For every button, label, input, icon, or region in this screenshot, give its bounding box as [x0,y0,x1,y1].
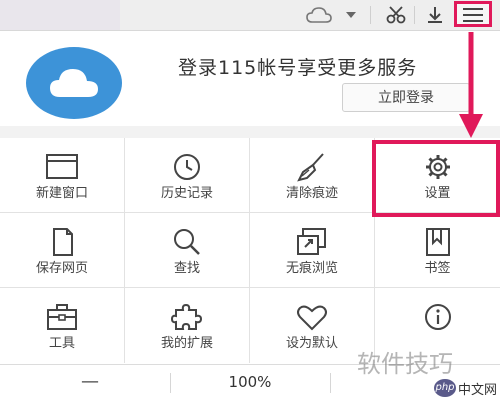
menu-button[interactable] [454,1,492,27]
menu-icon [463,8,483,22]
menu-item-label: 设为默认 [285,336,338,351]
menu-item-label: 我的扩展 [160,336,213,351]
zoom-level: 100% [228,373,272,391]
heart-icon [297,305,327,331]
menu-item-label: 历史记录 [160,186,213,201]
settings-highlight-box [372,140,500,217]
cloud-avatar-icon [50,69,98,97]
menu-item-label: 新建窗口 [35,186,88,201]
zoom-out-button[interactable]: — [70,371,110,392]
menu-item-set-default[interactable]: 设为默认 [250,288,374,363]
toolbar-separator [370,6,371,24]
download-icon[interactable] [425,5,445,25]
php-logo: php [434,379,456,397]
menu-item-new-window[interactable]: 新建窗口 [0,138,124,212]
browser-toolbar [0,0,500,31]
broom-icon [297,153,324,182]
zoom-separator [170,373,171,393]
menu-item-label: 保存网页 [35,261,88,276]
toolbar-background-decoration [0,0,120,30]
scissors-icon[interactable] [385,5,407,25]
menu-item-label: 书签 [424,261,451,276]
toolbox-icon [47,304,77,330]
watermark-site: 中文网 [458,383,498,398]
watermark-text: 软件技巧 [357,350,453,378]
cloud-icon[interactable] [306,5,332,25]
bookmark-icon [425,228,450,256]
info-icon [424,304,451,330]
section-divider [0,126,500,138]
menu-item-save-page[interactable]: 保存网页 [0,213,124,287]
history-clock-icon [174,154,200,180]
menu-item-tools[interactable]: 工具 [0,288,124,363]
login-section: 登录115帐号享受更多服务 立即登录 [0,31,500,126]
zoom-separator [330,373,331,393]
magnifier-icon [174,229,200,255]
menu-item-label: 清除痕迹 [285,186,338,201]
menu-item-clear-traces[interactable]: 清除痕迹 [250,138,374,212]
watermark-badge: php 中文网 [432,378,498,398]
incognito-window-icon [297,228,326,255]
login-prompt: 登录115帐号享受更多服务 [178,57,418,79]
menu-item-label: 无痕浏览 [285,261,338,276]
new-window-icon [46,154,78,179]
document-icon [53,228,73,256]
menu-item-label: 工具 [48,336,75,351]
caret-down-icon[interactable] [344,9,358,21]
menu-item-extensions[interactable]: 我的扩展 [125,288,249,363]
login-now-button[interactable]: 立即登录 [342,83,470,112]
red-arrow-annotation [459,32,483,138]
menu-item-label: 查找 [173,261,200,276]
menu-item-bookmarks[interactable]: 书签 [375,213,500,287]
puzzle-icon [170,303,203,330]
toolbar-separator [414,6,415,24]
menu-item-find[interactable]: 查找 [125,213,249,287]
menu-item-incognito[interactable]: 无痕浏览 [250,213,374,287]
avatar[interactable] [26,47,122,119]
menu-item-history[interactable]: 历史记录 [125,138,249,212]
